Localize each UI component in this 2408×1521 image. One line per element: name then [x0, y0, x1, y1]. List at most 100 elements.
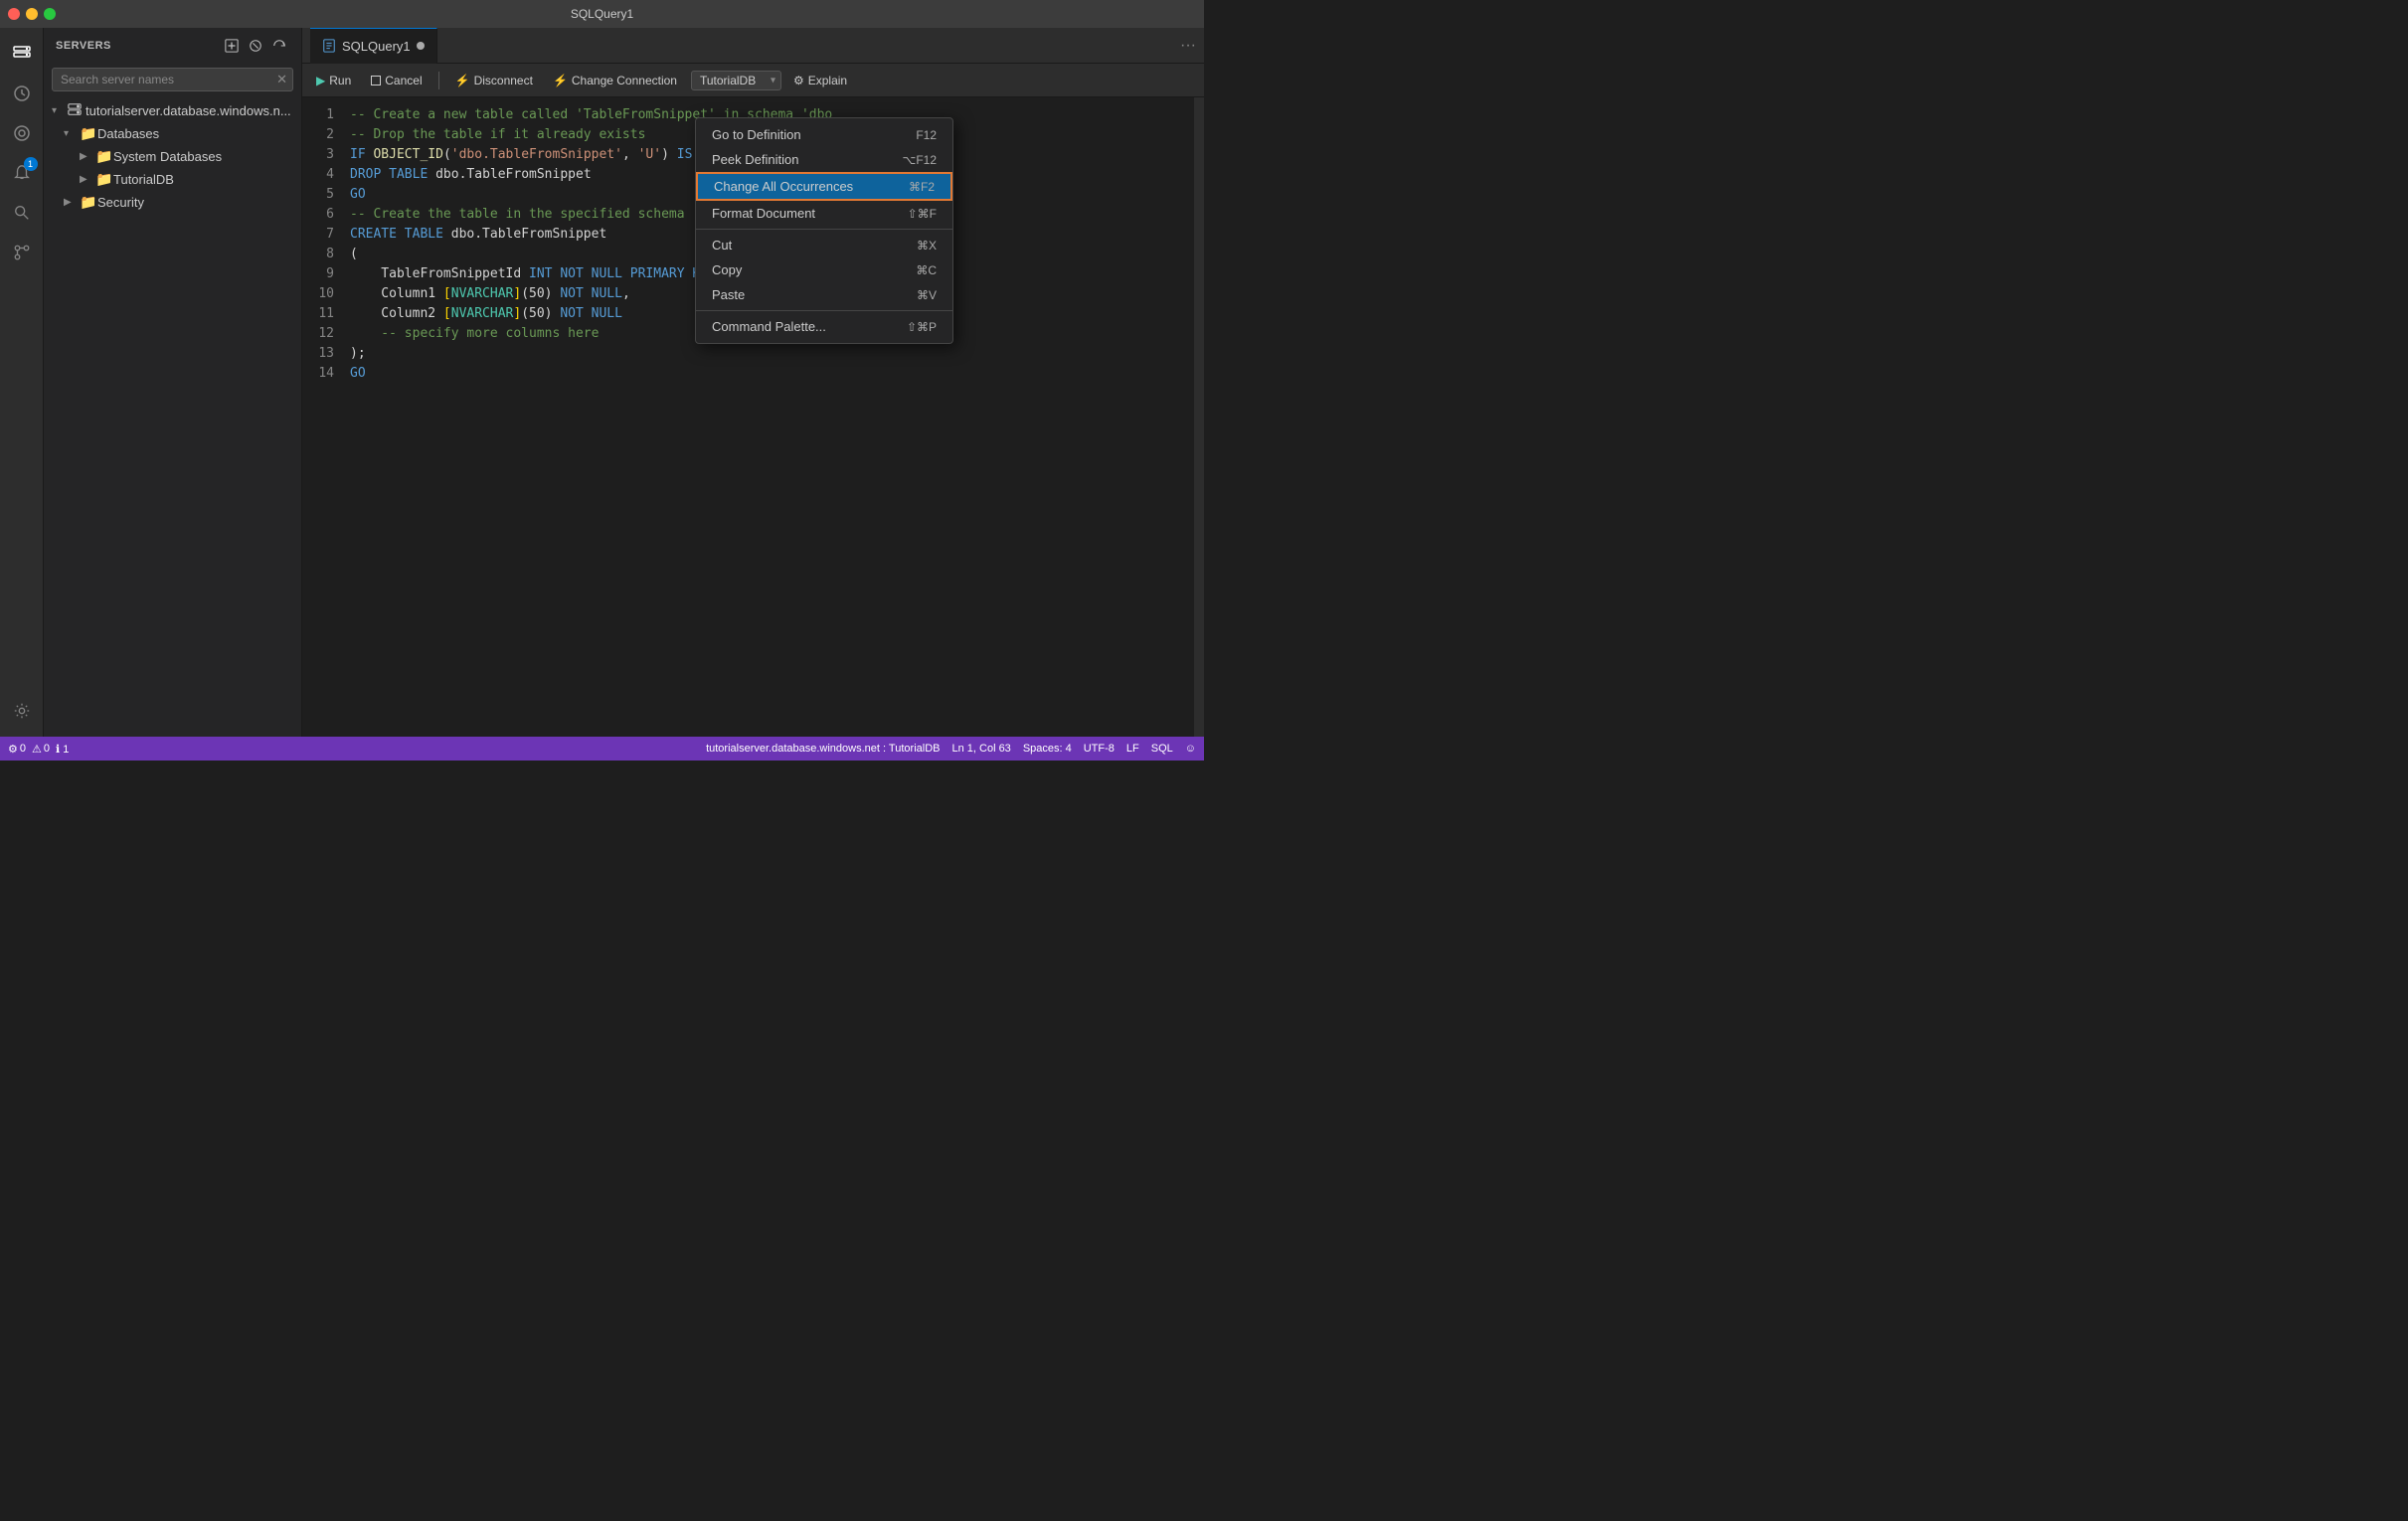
copy-shortcut: ⌘C [916, 263, 937, 277]
sidebar-title: SERVERS [56, 40, 111, 52]
folder-icon: 📁 [95, 171, 113, 188]
run-button[interactable]: ▶ Run [310, 71, 357, 90]
command-palette-shortcut: ⇧⌘P [907, 320, 937, 334]
sidebar: SERVERS ✕ ▾ [44, 28, 302, 737]
security-label: Security [97, 195, 293, 210]
tree-item-system-databases[interactable]: ▶ 📁 System Databases [44, 145, 301, 168]
cancel-button[interactable]: Cancel [365, 71, 428, 90]
context-menu-item-command-palette[interactable]: Command Palette... ⇧⌘P [696, 314, 952, 339]
explain-button[interactable]: ⚙ Explain [793, 74, 847, 87]
tree-item-tutorialdb[interactable]: ▶ 📁 TutorialDB [44, 168, 301, 191]
activity-search[interactable] [4, 195, 40, 231]
goto-definition-shortcut: F12 [916, 128, 937, 142]
maximize-button[interactable] [44, 8, 56, 20]
sidebar-header: SERVERS [44, 28, 301, 64]
chevron-icon: ▶ [64, 197, 80, 208]
encoding-status[interactable]: UTF-8 [1084, 743, 1115, 755]
peek-definition-label: Peek Definition [712, 152, 798, 167]
tutorialdb-label: TutorialDB [113, 172, 293, 187]
line-numbers: 12345 678910 11121314 [302, 97, 342, 737]
disconnect-toolbar-button[interactable]: ⚡ Disconnect [449, 71, 539, 90]
spaces-status[interactable]: Spaces: 4 [1023, 743, 1072, 755]
context-menu-item-cut[interactable]: Cut ⌘X [696, 233, 952, 257]
activity-servers[interactable] [4, 36, 40, 72]
notification-badge: 1 [24, 157, 38, 171]
context-menu-item-change-all-occurrences[interactable]: Change All Occurrences ⌘F2 [696, 172, 952, 201]
warning-count: 0 [44, 743, 50, 755]
server-info-status[interactable]: tutorialserver.database.windows.net : Tu… [706, 743, 940, 755]
tree-item-server[interactable]: ▾ tutorialserver.database.windows.n... [44, 99, 301, 122]
file-tree: ▾ tutorialserver.database.windows.n... ▾… [44, 99, 301, 737]
change-connection-button[interactable]: ⚡ Change Connection [547, 71, 683, 90]
smiley-status[interactable]: ☺ [1185, 743, 1196, 755]
activity-history[interactable] [4, 76, 40, 111]
errors-status[interactable]: ⚙ 0 [8, 743, 26, 756]
info-icon: ℹ [56, 744, 60, 756]
search-input[interactable] [52, 68, 293, 91]
chevron-icon: ▶ [80, 151, 95, 162]
sql-file-icon [322, 39, 336, 53]
scrollbar[interactable] [1194, 97, 1204, 737]
change-connection-icon: ⚡ [553, 74, 568, 87]
toolbar-separator [438, 72, 439, 89]
activity-source-control[interactable] [4, 235, 40, 270]
server-label: tutorialserver.database.windows.n... [86, 103, 293, 118]
editor-area: SQLQuery1 ··· ▶ Run Cancel ⚡ Disconnect … [302, 28, 1204, 737]
tab-label: SQLQuery1 [342, 39, 411, 54]
query-toolbar: ▶ Run Cancel ⚡ Disconnect ⚡ Change Conne… [302, 64, 1204, 97]
database-selector-wrap: TutorialDB master [691, 71, 781, 90]
context-menu-item-copy[interactable]: Copy ⌘C [696, 257, 952, 282]
format-document-shortcut: ⇧⌘F [908, 207, 937, 221]
chevron-icon: ▶ [80, 174, 95, 185]
cut-label: Cut [712, 238, 732, 253]
activity-connections[interactable] [4, 115, 40, 151]
tree-item-security[interactable]: ▶ 📁 Security [44, 191, 301, 214]
tree-item-databases[interactable]: ▾ 📁 Databases [44, 122, 301, 145]
context-menu-item-peek-definition[interactable]: Peek Definition ⌥F12 [696, 147, 952, 172]
new-query-button[interactable] [222, 36, 242, 56]
activity-bar: 1 [0, 28, 44, 737]
tab-sqlquery1[interactable]: SQLQuery1 [310, 28, 437, 64]
search-clear-button[interactable]: ✕ [276, 72, 287, 87]
error-count: 0 [20, 743, 26, 755]
explain-icon: ⚙ [793, 74, 804, 87]
format-document-label: Format Document [712, 206, 815, 221]
server-icon [68, 102, 86, 119]
activity-settings[interactable] [4, 693, 40, 729]
language-status[interactable]: SQL [1151, 743, 1173, 755]
run-label: Run [329, 74, 351, 87]
cancel-label: Cancel [385, 74, 422, 87]
status-right: tutorialserver.database.windows.net : Tu… [706, 743, 1196, 755]
disconnect-label: Disconnect [474, 74, 533, 87]
tab-bar: SQLQuery1 ··· [302, 28, 1204, 64]
app-body: 1 SERVERS [0, 28, 1204, 737]
warnings-status[interactable]: ⚠ 0 [32, 743, 50, 756]
info-status[interactable]: ℹ 1 [56, 743, 69, 756]
refresh-button[interactable] [269, 36, 289, 56]
line-ending-status[interactable]: LF [1126, 743, 1139, 755]
window-controls [8, 8, 56, 20]
status-left: ⚙ 0 ⚠ 0 ℹ 1 [8, 743, 69, 756]
change-connection-label: Change Connection [572, 74, 677, 87]
tab-more-button[interactable]: ··· [1180, 37, 1196, 55]
context-menu-divider-2 [696, 310, 952, 311]
run-icon: ▶ [316, 74, 325, 87]
sidebar-actions [222, 36, 289, 56]
chevron-icon: ▾ [52, 105, 68, 116]
context-menu-item-paste[interactable]: Paste ⌘V [696, 282, 952, 307]
goto-definition-label: Go to Definition [712, 127, 801, 142]
position-status[interactable]: Ln 1, Col 63 [951, 743, 1010, 755]
database-selector[interactable]: TutorialDB master [691, 71, 781, 90]
context-menu-item-goto-definition[interactable]: Go to Definition F12 [696, 122, 952, 147]
context-menu-item-format-document[interactable]: Format Document ⇧⌘F [696, 201, 952, 226]
disconnect-button[interactable] [246, 36, 265, 56]
context-menu-divider-1 [696, 229, 952, 230]
activity-notifications[interactable]: 1 [4, 155, 40, 191]
minimize-button[interactable] [26, 8, 38, 20]
status-bar: ⚙ 0 ⚠ 0 ℹ 1 tutorialserver.database.wind… [0, 737, 1204, 760]
close-button[interactable] [8, 8, 20, 20]
folder-icon: 📁 [80, 194, 97, 211]
explain-label: Explain [808, 74, 847, 87]
unsaved-indicator [417, 42, 425, 50]
command-palette-label: Command Palette... [712, 319, 826, 334]
